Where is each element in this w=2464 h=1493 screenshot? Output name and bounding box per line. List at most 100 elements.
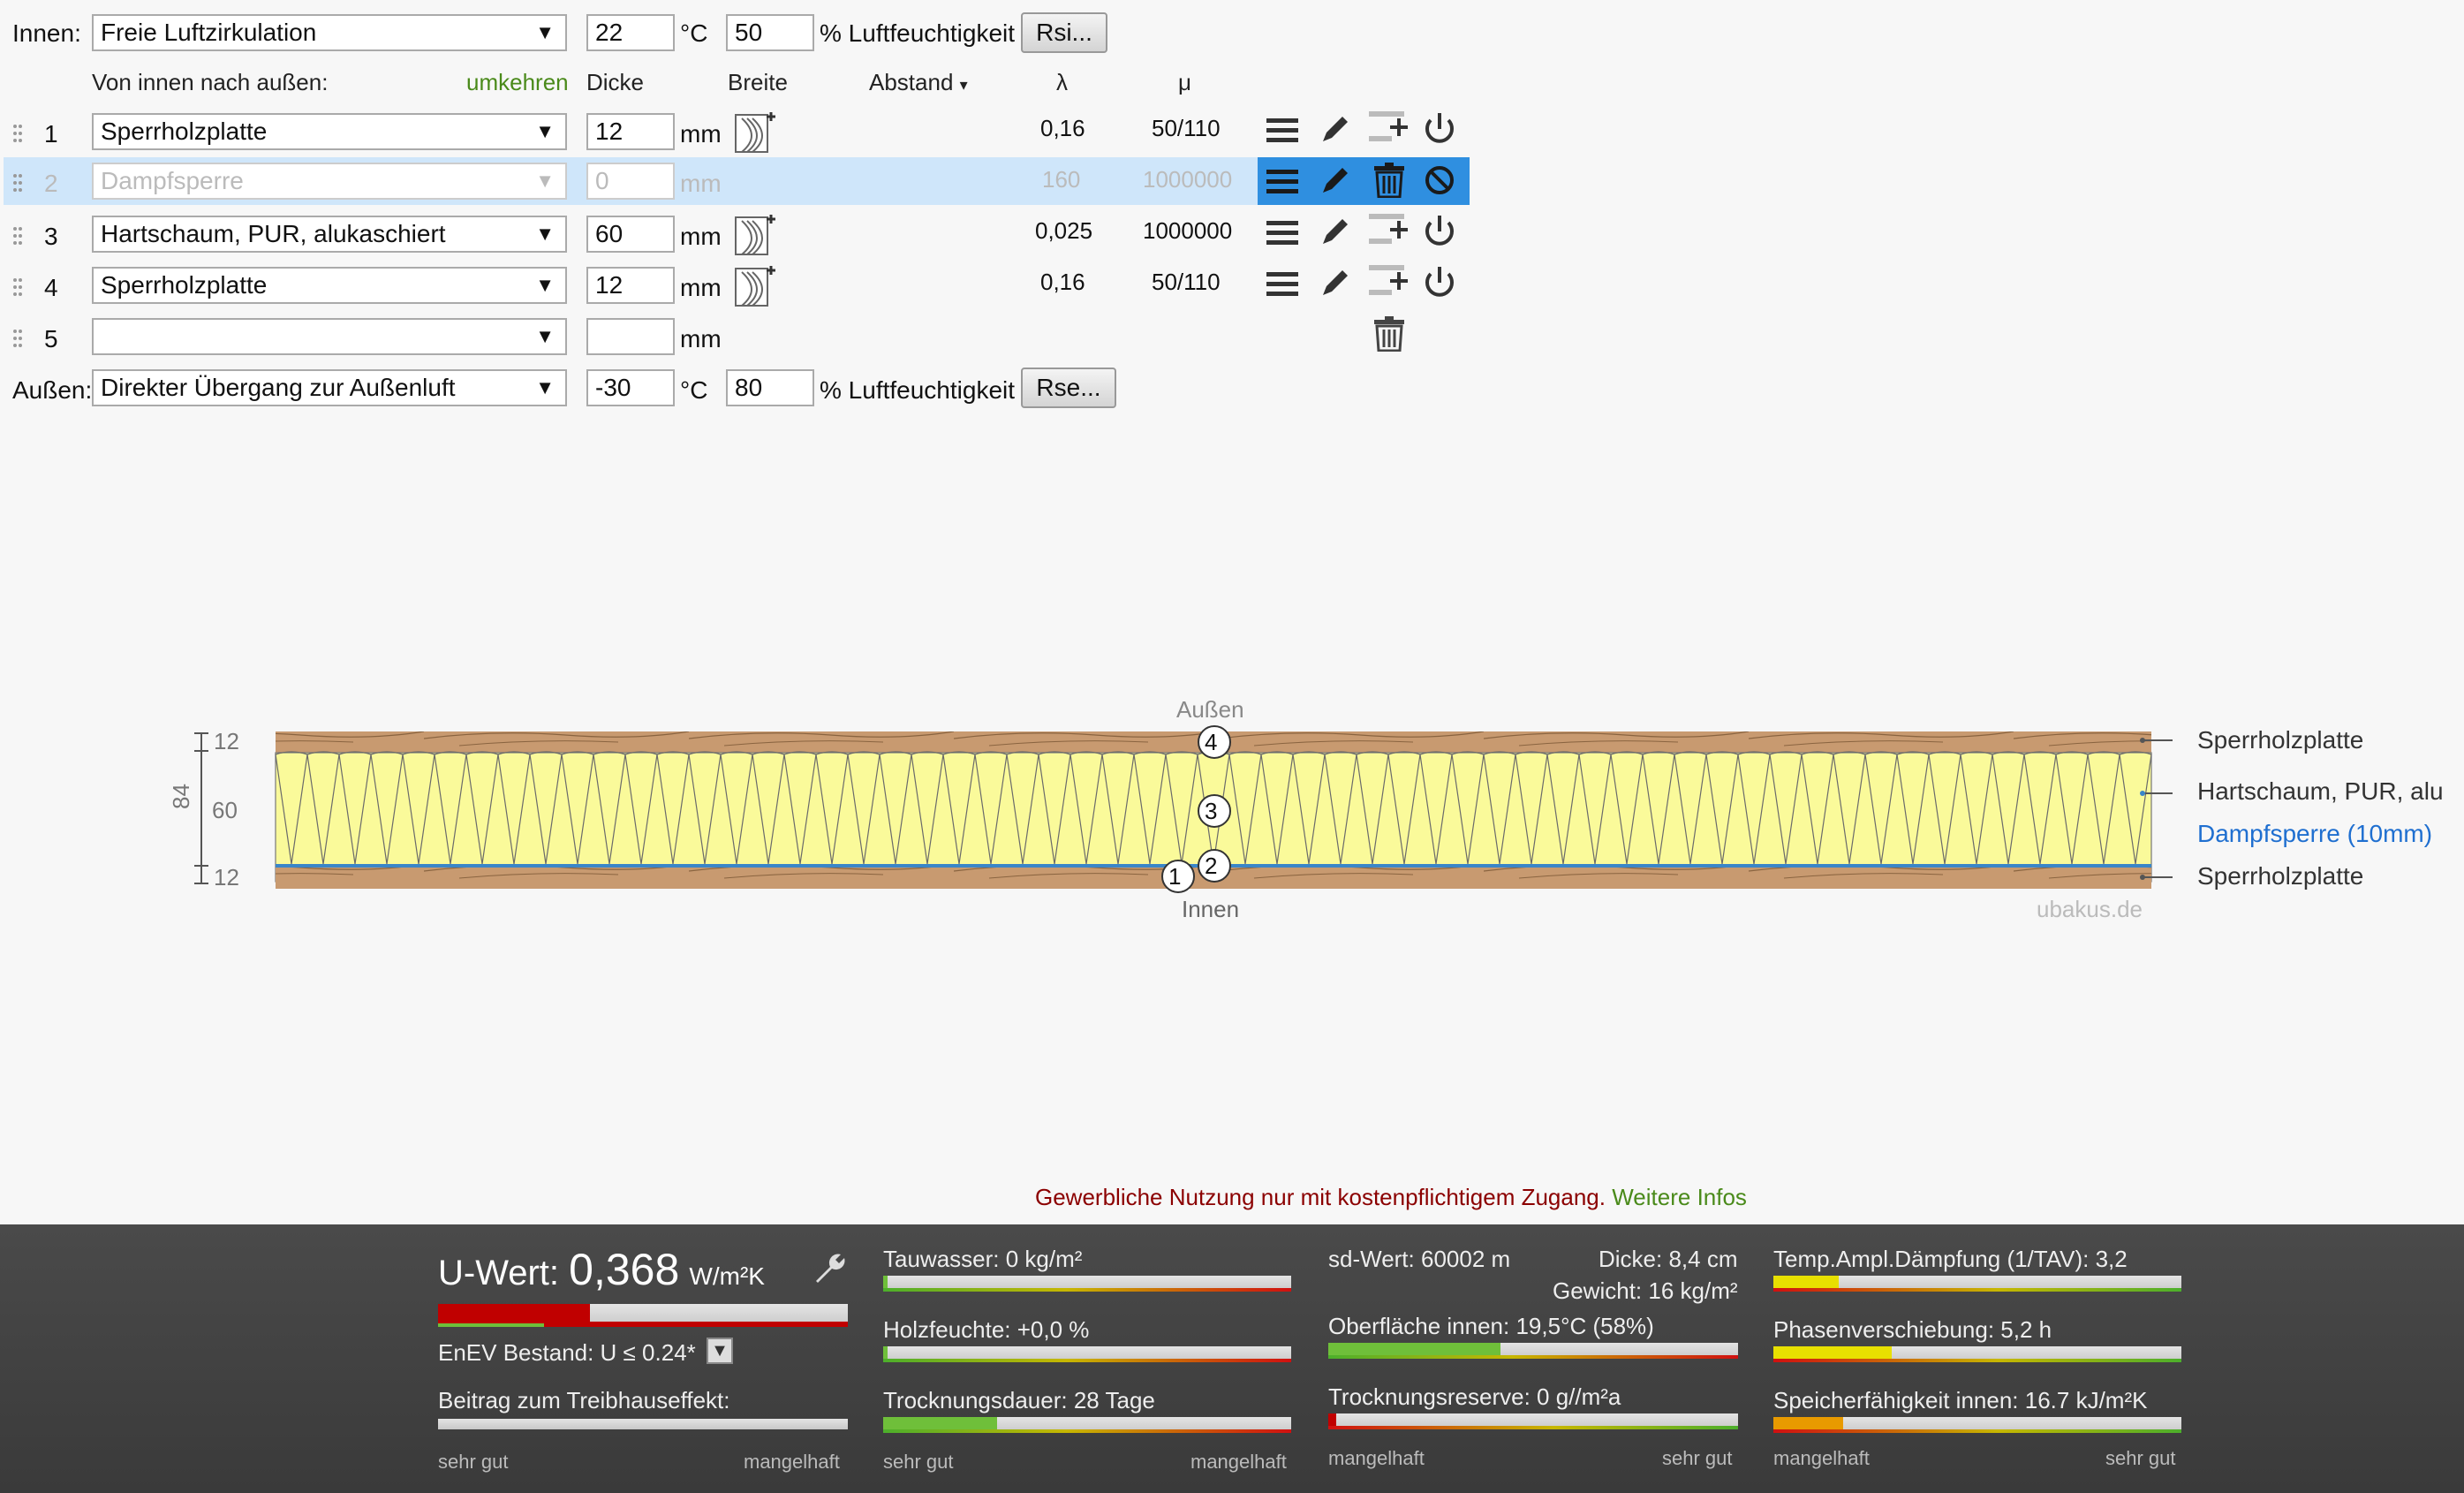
power-toggle-icon[interactable] [1422,265,1457,300]
layer-thickness-input[interactable]: 60 [586,216,675,253]
direction-label: Von innen nach außen: [92,69,329,95]
wrench-icon[interactable] [811,1251,846,1286]
layer-material-select[interactable]: ▼ [92,318,567,355]
trash-icon[interactable] [1374,163,1404,198]
drag-handle-icon[interactable] [12,124,23,143]
reverse-link[interactable]: umkehren [466,69,569,96]
dropdown-arrow-icon: ▼ [535,21,555,43]
aussen-temperature-input[interactable]: -30 [586,369,675,406]
enev-label: EnEV Bestand: U ≤ 0.24* [438,1339,696,1366]
edit-pencil-icon[interactable] [1319,267,1351,299]
layer-mu: 1000000 [1143,166,1233,193]
layer-material-value: Sperrholzplatte [101,117,268,145]
scale-right-label: sehr gut [1662,1447,1733,1469]
marker-label-4: 4 [1205,729,1218,755]
holzfeuchte-label: Holzfeuchte: +0,0 % [883,1316,1090,1343]
drag-handle-icon[interactable] [12,226,23,246]
side-label-sperrholz-bottom: Sperrholzplatte [2197,862,2364,890]
abstand-header[interactable]: Abstand ▾ [869,69,968,96]
phasen-label: Phasenverschiebung: 5,2 h [1773,1316,2052,1343]
more-info-link[interactable]: Weitere Infos [1612,1184,1747,1210]
gewicht-label: Gewicht: 16 kg/m² [1553,1277,1738,1304]
layer-number: 5 [44,325,58,352]
layer-material-select[interactable]: Hartschaum, PUR, alukaschiert ▼ [92,216,567,253]
rsi-button[interactable]: Rsi... [1021,12,1107,53]
innen-humidity-input[interactable]: 50 [726,14,814,51]
innen-temperature-input[interactable]: 22 [586,14,675,51]
marker-label-3: 3 [1205,798,1218,824]
temp-amp-bar [1773,1276,2181,1292]
drag-handle-icon[interactable] [12,173,23,193]
tauwasser-label: Tauwasser: 0 kg/m² [883,1246,1083,1272]
aussen-select[interactable]: Direkter Übergang zur Außenluft ▼ [92,369,567,406]
power-toggle-icon[interactable] [1422,111,1457,147]
layer-material-value: Dampfsperre [101,167,244,194]
humidity-label: % Luftfeuchtigkeit [820,376,1016,404]
layer-lambda: 0,16 [1040,115,1085,141]
menu-icon[interactable] [1266,117,1298,145]
layer-lambda: 160 [1042,166,1081,193]
drag-handle-icon[interactable] [12,329,23,348]
rse-button[interactable]: Rse... [1021,368,1116,408]
menu-icon[interactable] [1266,219,1298,247]
power-toggle-icon[interactable] [1422,214,1457,249]
dropdown-arrow-icon: ▼ [535,325,555,347]
mm-unit: mm [680,274,722,301]
lambda-header: λ [1056,69,1068,95]
innen-select[interactable]: Freie Luftzirkulation ▼ [92,14,567,51]
aussen-label: Außen: [12,376,93,404]
layer-material-select[interactable]: Dampfsperre ▼ [92,163,567,200]
layer-mu: 50/110 [1152,269,1221,295]
trash-icon[interactable] [1374,316,1404,352]
aussen-select-value: Direkter Übergang zur Außenluft [101,374,456,401]
layer-thickness-input[interactable]: 12 [586,113,675,150]
layer-material-select[interactable]: Sperrholzplatte ▼ [92,113,567,150]
treibhaus-bar [438,1419,848,1429]
disable-icon[interactable] [1424,164,1455,196]
add-layer-icon[interactable] [1369,212,1408,247]
marker-label-1: 1 [1168,863,1182,890]
commercial-notice: Gewerbliche Nutzung nur mit kostenpflich… [1035,1184,1747,1211]
mm-unit: mm [680,170,722,197]
aussen-humidity-input[interactable]: 80 [726,369,814,406]
wood-grain-add-icon[interactable] [735,212,775,256]
oberflaeche-label: Oberfläche innen: 19,5°C (58%) [1328,1313,1654,1339]
speicher-bar [1773,1417,2181,1433]
temp-unit: °C [680,376,708,404]
layer-mu: 1000000 [1143,217,1233,244]
edit-pencil-icon[interactable] [1319,113,1351,145]
layer-thickness-input[interactable]: 0 [586,163,675,200]
sd-wert-label: sd-Wert: 60002 m [1328,1246,1511,1272]
menu-icon[interactable] [1266,168,1298,196]
add-layer-icon[interactable] [1369,110,1408,145]
enev-dropdown-button[interactable]: ▼ [707,1338,733,1364]
layer-thickness-input[interactable] [586,318,675,355]
layer-number: 3 [44,223,58,250]
scale-right-label: mangelhaft [744,1451,840,1473]
side-label-dampfsperre[interactable]: Dampfsperre (10mm) [2197,820,2432,848]
u-value-number: 0,368 [569,1245,680,1294]
watermark: ubakus.de [2037,896,2143,922]
drag-handle-icon[interactable] [12,277,23,297]
wood-grain-add-icon[interactable] [735,263,775,307]
layer-material-value: Sperrholzplatte [101,271,268,299]
wood-grain-add-icon[interactable] [735,110,775,154]
dim-bottom: 12 [214,864,239,890]
mu-header: μ [1178,69,1191,95]
breite-header: Breite [728,69,788,95]
add-layer-icon[interactable] [1369,263,1408,299]
dim-total: 84 [168,784,194,809]
outside-label: Außen [1176,696,1244,723]
edit-pencil-icon[interactable] [1319,216,1351,247]
trocknungsdauer-bar [883,1417,1291,1433]
side-label-sperrholz-top: Sperrholzplatte [2197,726,2364,754]
caret-down-icon: ▾ [959,76,968,94]
menu-icon[interactable] [1266,270,1298,299]
edit-pencil-icon[interactable] [1319,164,1351,196]
scale-right-label: mangelhaft [1190,1451,1287,1473]
dropdown-arrow-icon: ▼ [535,376,555,398]
dropdown-arrow-icon: ▼ [535,170,555,192]
layer-thickness-input[interactable]: 12 [586,267,675,304]
layer-material-select[interactable]: Sperrholzplatte ▼ [92,267,567,304]
layer-lambda: 0,16 [1040,269,1085,295]
